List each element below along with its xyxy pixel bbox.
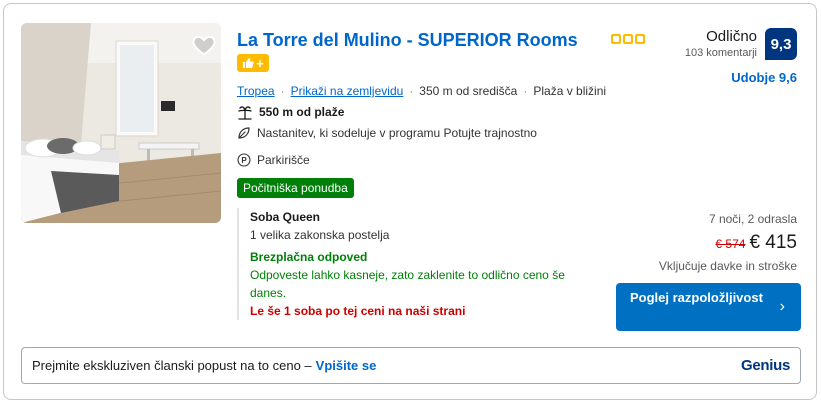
review-score-badge: 9,3 bbox=[765, 28, 797, 60]
taxes-note: Vključuje davke in stroške bbox=[658, 259, 797, 273]
parking-icon: P bbox=[237, 153, 251, 167]
star-icon bbox=[611, 34, 621, 44]
distance-center: 350 m od središča bbox=[419, 84, 518, 98]
property-card: La Torre del Mulino - SUPERIOR Rooms + T… bbox=[3, 3, 817, 400]
sign-in-link[interactable]: Vpišite se bbox=[316, 358, 377, 373]
room-type: Soba Queen bbox=[250, 210, 321, 224]
beach-distance-feature: 550 m od plaže bbox=[237, 104, 344, 120]
review-count: 103 komentarji bbox=[684, 47, 757, 59]
stay-summary: 7 noči, 2 odrasla bbox=[708, 212, 797, 226]
bed-type: 1 velika zakonska postelja bbox=[250, 228, 390, 242]
star-icon bbox=[623, 34, 633, 44]
town-link[interactable]: Tropea bbox=[237, 84, 275, 98]
see-availability-button[interactable]: Poglej razpoložljivost › bbox=[616, 283, 801, 331]
beach-distance-text: 550 m od plaže bbox=[259, 105, 345, 119]
comfort-score: Udobje 9,6 bbox=[731, 70, 797, 85]
original-price: € 574 bbox=[715, 237, 746, 251]
sustainability-text: Nastanitev, ki sodeluje v programu Potuj… bbox=[257, 126, 537, 140]
show-on-map-link[interactable]: Prikaži na zemljevidu bbox=[291, 84, 404, 98]
svg-text:P: P bbox=[241, 156, 247, 165]
genius-banner: Prejmite ekskluziven članski popust na t… bbox=[21, 347, 801, 384]
chevron-right-icon: › bbox=[779, 298, 785, 315]
sustainability-feature: Nastanitev, ki sodeluje v programu Potuj… bbox=[237, 126, 537, 140]
price-block: € 574 € 415 bbox=[715, 232, 797, 254]
parking-text: Parkirišče bbox=[257, 153, 310, 167]
separator: · bbox=[523, 84, 528, 98]
star-icon bbox=[635, 34, 645, 44]
free-cancellation: Brezplačna odpoved bbox=[250, 250, 368, 264]
star-rating bbox=[611, 34, 645, 44]
genius-logo: Genius bbox=[740, 357, 790, 374]
location-line: Tropea · Prikaži na zemljevidu · 350 m o… bbox=[237, 84, 606, 98]
see-availability-label: Poglej razpoložljivost bbox=[630, 290, 763, 305]
genius-text: Prejmite ekskluziven članski popust na t… bbox=[32, 358, 312, 373]
separator: · bbox=[280, 84, 285, 98]
deal-badge: Počitniška ponudba bbox=[237, 178, 354, 198]
review-block[interactable]: Odlično 103 komentarji 9,3 bbox=[685, 28, 797, 60]
leaf-icon bbox=[238, 127, 250, 139]
favorite-heart-icon[interactable] bbox=[191, 32, 217, 58]
property-photo[interactable] bbox=[21, 23, 221, 223]
beach-near: Plaža v bližini bbox=[533, 84, 607, 98]
current-price: € 415 bbox=[749, 232, 797, 253]
thumbs-up-plus-badge-icon: + bbox=[237, 54, 269, 72]
parking-feature: P Parkirišče bbox=[237, 153, 310, 167]
review-word: Odlično bbox=[706, 28, 757, 45]
availability-warning: Le še 1 soba po tej ceni na naši strani bbox=[250, 304, 466, 318]
room-info: Soba Queen 1 velika zakonska postelja Br… bbox=[237, 208, 607, 320]
palm-tree-icon bbox=[238, 106, 252, 120]
separator: · bbox=[409, 84, 414, 98]
property-title[interactable]: La Torre del Mulino - SUPERIOR Rooms bbox=[237, 29, 578, 51]
cancellation-note: Odpoveste lahko kasneje, zato zaklenite … bbox=[250, 268, 565, 300]
